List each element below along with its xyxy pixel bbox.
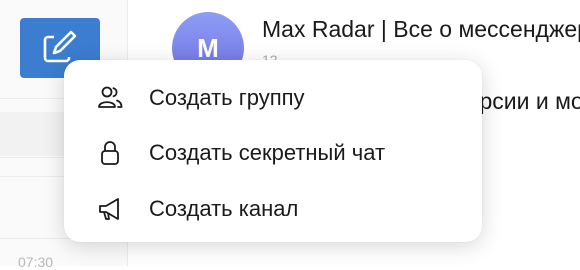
menu-item-create-group[interactable]: Создать группу [64, 70, 482, 126]
menu-item-create-channel[interactable]: Создать канал [64, 181, 482, 237]
chat-time: 07:30 [18, 254, 54, 270]
chat-title[interactable]: Max Radar | Все о мессенджерах [262, 16, 580, 43]
menu-item-create-secret-chat[interactable]: Создать секретный чат [64, 125, 482, 181]
new-chat-menu: Создать группу Создать секретный чат Соз… [64, 60, 482, 242]
megaphone-icon [96, 195, 124, 223]
lock-icon [96, 139, 124, 167]
menu-item-label: Создать канал [149, 196, 299, 221]
menu-item-label: Создать группу [149, 85, 305, 110]
people-icon [96, 84, 124, 112]
menu-item-label: Создать секретный чат [149, 140, 386, 165]
